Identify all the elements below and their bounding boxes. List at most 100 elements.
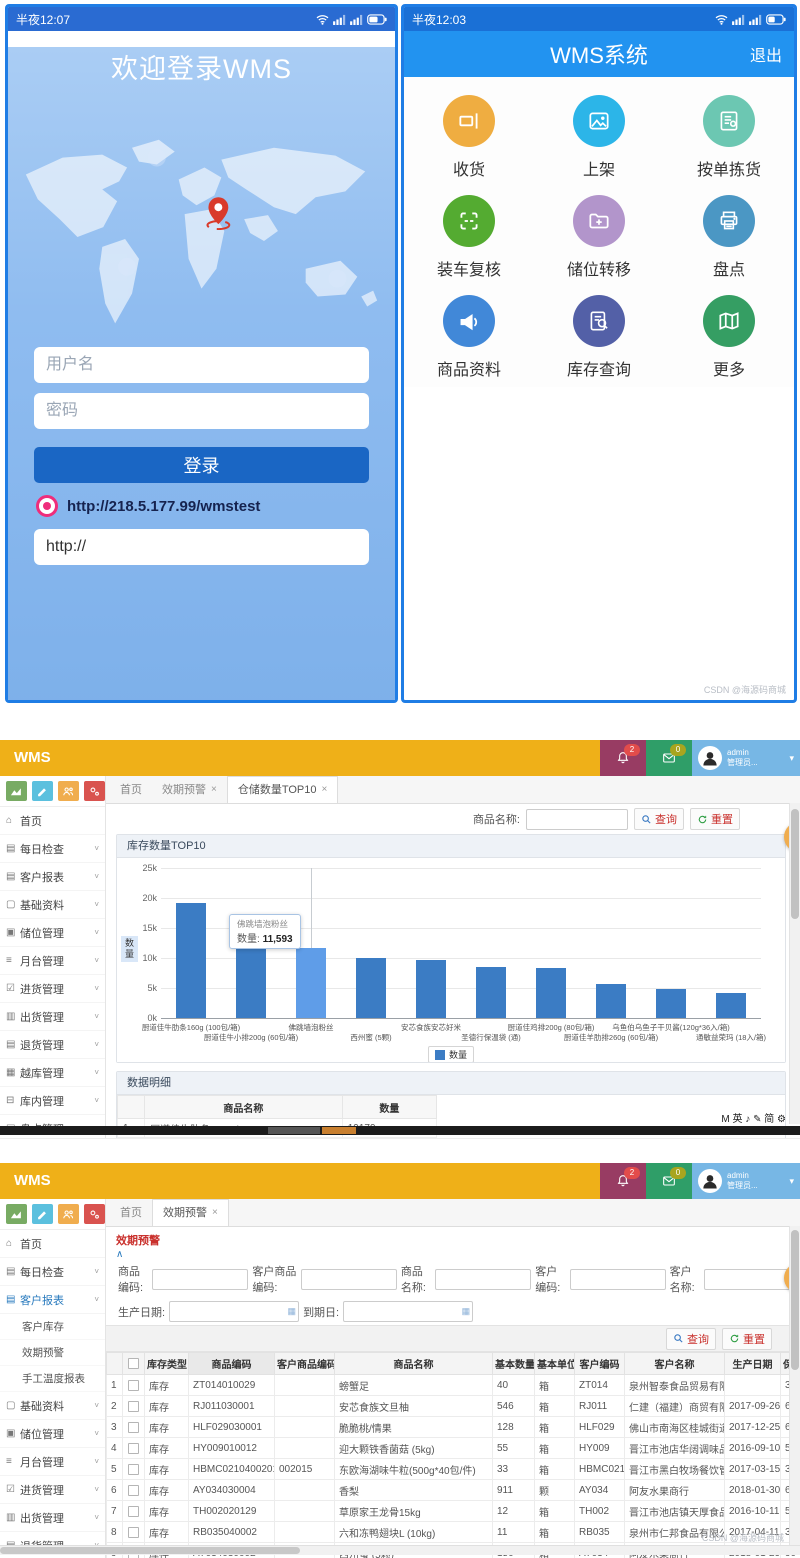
search-button[interactable]: 查询: [634, 808, 684, 830]
filter-input-0[interactable]: [152, 1269, 248, 1290]
chart-bar[interactable]: [176, 903, 206, 1018]
sidebar-item-每日检查[interactable]: ▤每日检查˅: [0, 1258, 105, 1286]
menu-item-库存查询[interactable]: 库存查询: [534, 287, 664, 387]
menu-item-盘点[interactable]: 盘点: [664, 187, 794, 287]
col-header-商品名称[interactable]: 商品名称: [335, 1353, 493, 1375]
chart-area-button[interactable]: [6, 1204, 27, 1224]
tab-首页[interactable]: 首页: [110, 777, 152, 803]
sidebar-item-进货管理[interactable]: ☑进货管理˅: [0, 1476, 105, 1504]
login-button[interactable]: 登录: [34, 447, 369, 483]
sidebar-item-基础资料[interactable]: ▢基础资料˅: [0, 891, 105, 919]
row-select[interactable]: [123, 1522, 145, 1543]
row-select[interactable]: [123, 1438, 145, 1459]
sidebar-subitem-效期预警[interactable]: 效期预警: [0, 1340, 105, 1366]
filter-input-2[interactable]: [435, 1269, 531, 1290]
menu-item-上架[interactable]: 上架: [534, 87, 664, 187]
col-header-客户名称[interactable]: 客户名称: [625, 1353, 725, 1375]
checkbox[interactable]: [128, 1401, 139, 1412]
sidebar-item-越库管理[interactable]: ▦越库管理˅: [0, 1059, 105, 1087]
sidebar-subitem-客户库存[interactable]: 客户库存: [0, 1314, 105, 1340]
col-header-商品编码[interactable]: 商品编码: [189, 1353, 275, 1375]
calendar-icon[interactable]: ▦: [288, 1306, 297, 1317]
sidebar-item-月台管理[interactable]: ≡月台管理˅: [0, 1448, 105, 1476]
menu-item-储位转移[interactable]: 储位转移: [534, 187, 664, 287]
sidebar-item-库内管理[interactable]: ⊟库内管理˅: [0, 1087, 105, 1115]
password-input[interactable]: [34, 393, 369, 429]
scrollbar-thumb[interactable]: [0, 1547, 300, 1554]
sidebar-item-退货管理[interactable]: ▤退货管理˅: [0, 1031, 105, 1059]
tab-close-icon[interactable]: ×: [322, 777, 328, 803]
sidebar-item-月台管理[interactable]: ≡月台管理˅: [0, 947, 105, 975]
bottom-scrollbar[interactable]: [0, 1126, 800, 1135]
goods-name-input[interactable]: [526, 809, 628, 830]
scrollbar-thumb[interactable]: [791, 1230, 799, 1370]
chart-bar[interactable]: [476, 967, 506, 1018]
col-header-基本数量[interactable]: 基本数量: [493, 1353, 535, 1375]
reset-button[interactable]: 重置: [690, 808, 740, 830]
detail-col-header[interactable]: 商品名称: [145, 1096, 343, 1119]
chart-bar[interactable]: [356, 958, 386, 1018]
row-select[interactable]: [123, 1480, 145, 1501]
sidebar-item-首页[interactable]: ⌂首页: [0, 807, 105, 835]
vertical-scrollbar[interactable]: [789, 803, 800, 1124]
user-menu[interactable]: admin管理员...▾: [692, 1163, 800, 1199]
tab-首页[interactable]: 首页: [110, 1200, 152, 1226]
checkbox[interactable]: [128, 1422, 139, 1433]
sidebar-item-出货管理[interactable]: ▥出货管理˅: [0, 1003, 105, 1031]
tab-效期预警[interactable]: 效期预警×: [152, 1199, 229, 1226]
checkbox[interactable]: [128, 1527, 139, 1538]
table-row[interactable]: 5库存HBMC0210400201002015东欧海湖味牛粒(500g*40包/…: [107, 1459, 800, 1480]
calendar-icon[interactable]: ▦: [462, 1306, 471, 1317]
detail-col-header[interactable]: 数量: [342, 1096, 436, 1119]
checkbox[interactable]: [128, 1358, 139, 1369]
filter-input-1[interactable]: [301, 1269, 397, 1290]
table-row[interactable]: 4库存HY009010012迎大颗铁香菌菇 (5kg)55箱HY009晋江市池店…: [107, 1438, 800, 1459]
gears-button[interactable]: [84, 1204, 105, 1224]
checkbox[interactable]: [128, 1443, 139, 1454]
sidebar-item-每日检查[interactable]: ▤每日检查˅: [0, 835, 105, 863]
chart-bar[interactable]: [416, 960, 446, 1019]
sidebar-item-客户报表[interactable]: ▤客户报表˅: [0, 863, 105, 891]
pencil-button[interactable]: [32, 1204, 53, 1224]
filter-input-3[interactable]: [570, 1269, 666, 1290]
chart-bar[interactable]: [656, 989, 686, 1018]
table-row[interactable]: 2库存RJ011030001安芯食族文旦柚546箱RJ011仁建（福建）商贸有限…: [107, 1396, 800, 1417]
sidebar-item-基础资料[interactable]: ▢基础资料˅: [0, 1392, 105, 1420]
user-menu[interactable]: admin管理员...▾: [692, 740, 800, 776]
col-header-客户商品编码[interactable]: 客户商品编码: [275, 1353, 335, 1375]
gears-button[interactable]: [84, 781, 105, 801]
sidebar-item-储位管理[interactable]: ▣储位管理˅: [0, 919, 105, 947]
ime-toolbar[interactable]: M 英 ♪ ✎ 简 ⚙: [721, 1110, 786, 1125]
chart-bar[interactable]: [536, 968, 566, 1018]
sidebar-item-客户报表[interactable]: ▤客户报表˅: [0, 1286, 105, 1314]
checkbox[interactable]: [128, 1464, 139, 1475]
select-all-header[interactable]: [123, 1353, 145, 1375]
tab-仓储数量TOP10[interactable]: 仓储数量TOP10×: [227, 776, 339, 803]
table-row[interactable]: 1库存ZT014010029螃蟹足40箱ZT014泉州智泰食品贸易有限360: [107, 1375, 800, 1396]
chart-legend[interactable]: 数量: [428, 1046, 474, 1062]
tab-效期预警[interactable]: 效期预警×: [152, 777, 227, 803]
messages-button[interactable]: 0: [646, 1163, 692, 1199]
sidebar-item-进货管理[interactable]: ☑进货管理˅: [0, 975, 105, 1003]
chart-bar[interactable]: [716, 993, 746, 1018]
users-button[interactable]: [58, 781, 79, 801]
scrollbar-thumb[interactable]: [791, 809, 799, 919]
row-select[interactable]: [123, 1459, 145, 1480]
menu-item-收货[interactable]: 收货: [404, 87, 534, 187]
server-radio[interactable]: [36, 495, 58, 517]
row-select[interactable]: [123, 1501, 145, 1522]
menu-item-商品资料[interactable]: 商品资料: [404, 287, 534, 387]
logout-button[interactable]: 退出: [750, 42, 782, 66]
col-header-基本单位[interactable]: 基本单位: [535, 1353, 575, 1375]
table-row[interactable]: 8库存RB035040002六和冻鸭翅块L (10kg)11箱RB035泉州市仁…: [107, 1522, 800, 1543]
server-option-row[interactable]: http://218.5.177.99/wmstest: [36, 495, 369, 517]
date-input-1[interactable]: [343, 1301, 473, 1322]
row-select[interactable]: [123, 1396, 145, 1417]
menu-item-装车复核[interactable]: 装车复核: [404, 187, 534, 287]
reset-button[interactable]: 重置: [722, 1328, 772, 1350]
sidebar-item-储位管理[interactable]: ▣储位管理˅: [0, 1420, 105, 1448]
sidebar-item-首页[interactable]: ⌂首页: [0, 1230, 105, 1258]
date-input-0[interactable]: [169, 1301, 299, 1322]
tab-close-icon[interactable]: ×: [211, 777, 217, 803]
users-button[interactable]: [58, 1204, 79, 1224]
